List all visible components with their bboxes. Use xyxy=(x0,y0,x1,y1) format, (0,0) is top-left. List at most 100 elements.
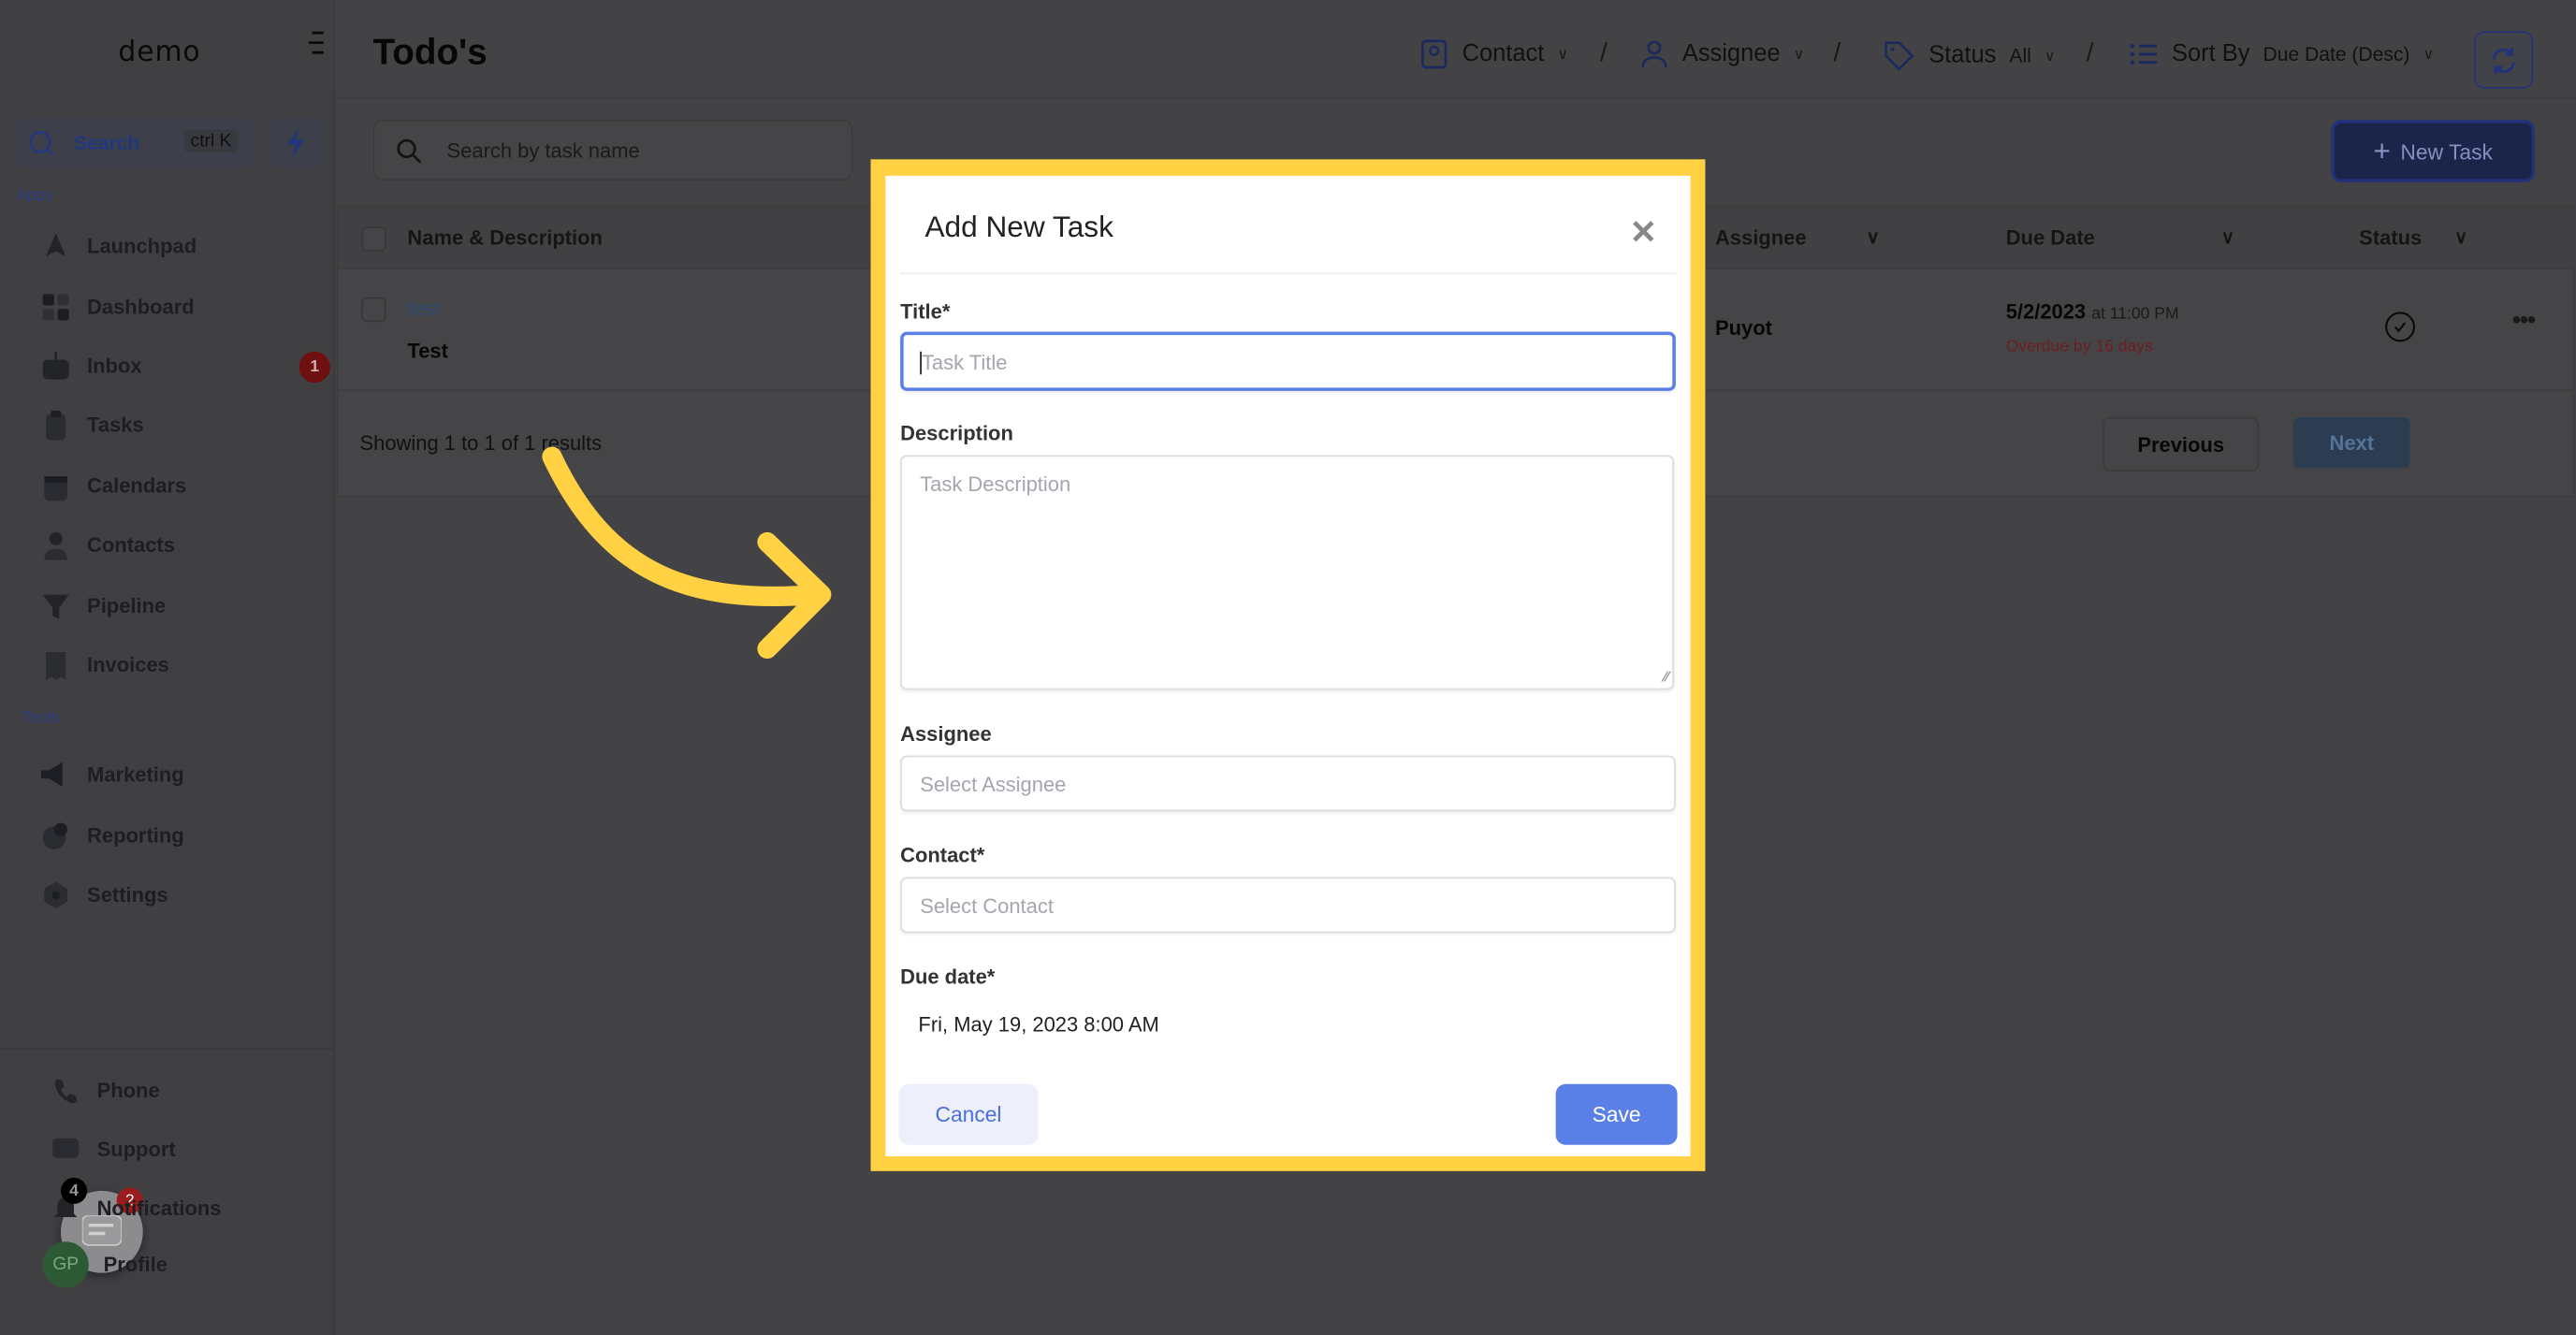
column-name[interactable]: Name & Description xyxy=(407,226,603,250)
phone-icon xyxy=(50,1076,82,1106)
tag-icon xyxy=(1885,41,1914,71)
inbox-icon xyxy=(39,351,72,382)
collapse-menu-icon[interactable] xyxy=(304,30,330,56)
sidebar-item-settings[interactable]: Settings xyxy=(39,876,318,915)
sidebar-item-label: Invoices xyxy=(87,653,169,677)
search-icon xyxy=(29,131,54,156)
resize-handle-icon[interactable]: ∕∕ xyxy=(1664,669,1668,686)
contact-select[interactable]: Select Contact xyxy=(900,877,1676,934)
task-due-date: 5/2/2023 xyxy=(2005,300,2087,324)
column-status[interactable]: Status xyxy=(2359,226,2422,250)
close-icon[interactable]: ✕ xyxy=(1630,211,1657,253)
sidebar-item-phone[interactable]: Phone xyxy=(50,1071,328,1110)
chevron-down-icon: ∨ xyxy=(1793,45,1805,62)
sidebar-item-reporting[interactable]: Reporting xyxy=(39,817,318,856)
sidebar-item-label: Calendars xyxy=(87,474,187,498)
apps-section-label: Apps xyxy=(16,187,54,206)
sidebar-item-support[interactable]: Support xyxy=(50,1130,328,1169)
chevron-down-icon: ∨ xyxy=(1557,45,1568,62)
tools-section-label: Tools xyxy=(21,709,60,728)
sidebar-search-button[interactable]: Search ctrl K xyxy=(14,118,255,168)
chevron-down-icon[interactable]: ∨ xyxy=(2221,226,2234,248)
sidebar-item-label: Tasks xyxy=(87,414,144,438)
assignee-filter[interactable]: Assignee ∨ xyxy=(1639,39,1804,69)
assignee-select[interactable]: Select Assignee xyxy=(900,755,1676,812)
title-input[interactable]: Task Title xyxy=(900,331,1676,391)
cancel-button[interactable]: Cancel xyxy=(898,1083,1039,1145)
chevron-down-icon[interactable]: ∨ xyxy=(2454,226,2467,248)
sidebar-item-notifications[interactable]: 4 Notifications xyxy=(50,1177,328,1228)
task-search-input[interactable]: Search by task name xyxy=(372,120,853,181)
sidebar-item-label: Support xyxy=(96,1138,176,1162)
sidebar-item-contacts[interactable]: Contacts xyxy=(39,526,318,565)
person-icon xyxy=(39,530,72,560)
due-date-label: Due date* xyxy=(900,965,996,989)
avatar: GP xyxy=(42,1241,89,1288)
more-options-icon[interactable]: ••• xyxy=(2511,307,2536,337)
sidebar-item-label: Reporting xyxy=(87,824,184,848)
task-due-time: at 11:00 PM xyxy=(2091,305,2179,324)
app-window: 2 demo Search ctrl K Apps Launchpad Dash… xyxy=(0,0,2576,1335)
sidebar-item-marketing[interactable]: Marketing xyxy=(39,756,318,795)
sidebar-item-label: Inbox xyxy=(87,355,142,378)
page-header: Todo's Contact ∨ / Assignee ∨ / Status All ∨… xyxy=(335,0,2576,99)
chevron-down-icon: ∨ xyxy=(2423,45,2435,62)
assignee-label: Assignee xyxy=(900,722,992,747)
sidebar-item-launchpad[interactable]: Launchpad xyxy=(39,226,318,266)
save-button[interactable]: Save xyxy=(1555,1083,1678,1145)
search-icon xyxy=(397,138,422,164)
sort-filter[interactable]: Sort By Due Date (Desc) ∨ xyxy=(2129,39,2434,69)
column-due-date[interactable]: Due Date xyxy=(2006,226,2095,250)
notifications-badge: 4 xyxy=(60,1177,88,1204)
task-description: Test xyxy=(407,340,448,364)
dialog-title: Add New Task xyxy=(924,210,1113,243)
select-all-checkbox[interactable] xyxy=(361,226,386,252)
title-placeholder: Task Title xyxy=(921,351,1008,375)
receipt-icon xyxy=(39,650,72,680)
description-textarea[interactable]: Task Description ∕∕ xyxy=(900,455,1675,690)
sidebar-item-tasks[interactable]: Tasks xyxy=(39,406,318,445)
sidebar-item-calendars[interactable]: Calendars xyxy=(39,467,318,506)
sidebar-item-label: Launchpad xyxy=(87,235,197,258)
previous-button[interactable]: Previous xyxy=(2103,416,2260,472)
separator: / xyxy=(1833,39,1841,67)
refresh-button[interactable] xyxy=(2474,31,2534,89)
column-assignee[interactable]: Assignee xyxy=(1715,226,1807,250)
sidebar-divider xyxy=(0,1048,334,1050)
check-circle-icon[interactable] xyxy=(2384,311,2417,343)
sidebar-item-label: Settings xyxy=(87,883,168,907)
dialog-divider xyxy=(900,272,1678,275)
row-checkbox[interactable] xyxy=(361,297,386,323)
contact-filter[interactable]: Contact ∨ xyxy=(1419,39,1568,69)
shortcut-hint: ctrl K xyxy=(183,129,239,153)
sidebar-item-label: Contacts xyxy=(87,533,175,558)
description-label: Description xyxy=(900,422,1013,445)
task-name-link[interactable]: test xyxy=(407,297,440,321)
sort-filter-label: Sort By xyxy=(2172,40,2250,67)
bell-icon: 4 xyxy=(50,1177,88,1224)
megaphone-icon xyxy=(39,761,72,791)
sidebar-item-label: Phone xyxy=(96,1079,160,1103)
results-summary: Showing 1 to 1 of 1 results xyxy=(359,431,603,456)
chevron-down-icon[interactable]: ∨ xyxy=(1866,226,1879,248)
sidebar-item-invoices[interactable]: Invoices xyxy=(39,646,318,685)
add-task-dialog: Add New Task ✕ Title* Task Title Descrip… xyxy=(885,175,1691,1157)
task-assignee: Puyot xyxy=(1714,316,1772,341)
due-date-picker[interactable]: Fri, May 19, 2023 8:00 AM xyxy=(918,1013,1158,1037)
rocket-icon xyxy=(39,232,72,262)
sidebar-item-profile[interactable]: GP Profile xyxy=(42,1241,322,1288)
new-task-button[interactable]: + New Task xyxy=(2331,120,2536,182)
status-filter-value: All xyxy=(2009,44,2031,67)
gear-icon xyxy=(39,880,72,910)
sidebar-item-label: Profile xyxy=(103,1253,167,1277)
sidebar-item-dashboard[interactable]: Dashboard xyxy=(39,287,318,326)
calendar-icon xyxy=(39,472,72,501)
sidebar-item-inbox[interactable]: Inbox 1 xyxy=(39,346,330,385)
sidebar-item-pipeline[interactable]: Pipeline xyxy=(39,587,318,626)
next-button[interactable]: Next xyxy=(2292,416,2410,469)
list-icon xyxy=(2130,43,2158,65)
status-filter[interactable]: Status All ∨ xyxy=(1883,39,2055,72)
new-task-label: New Task xyxy=(2400,138,2493,164)
quick-actions-button[interactable] xyxy=(268,118,324,168)
status-filter-label: Status xyxy=(1928,42,1997,69)
